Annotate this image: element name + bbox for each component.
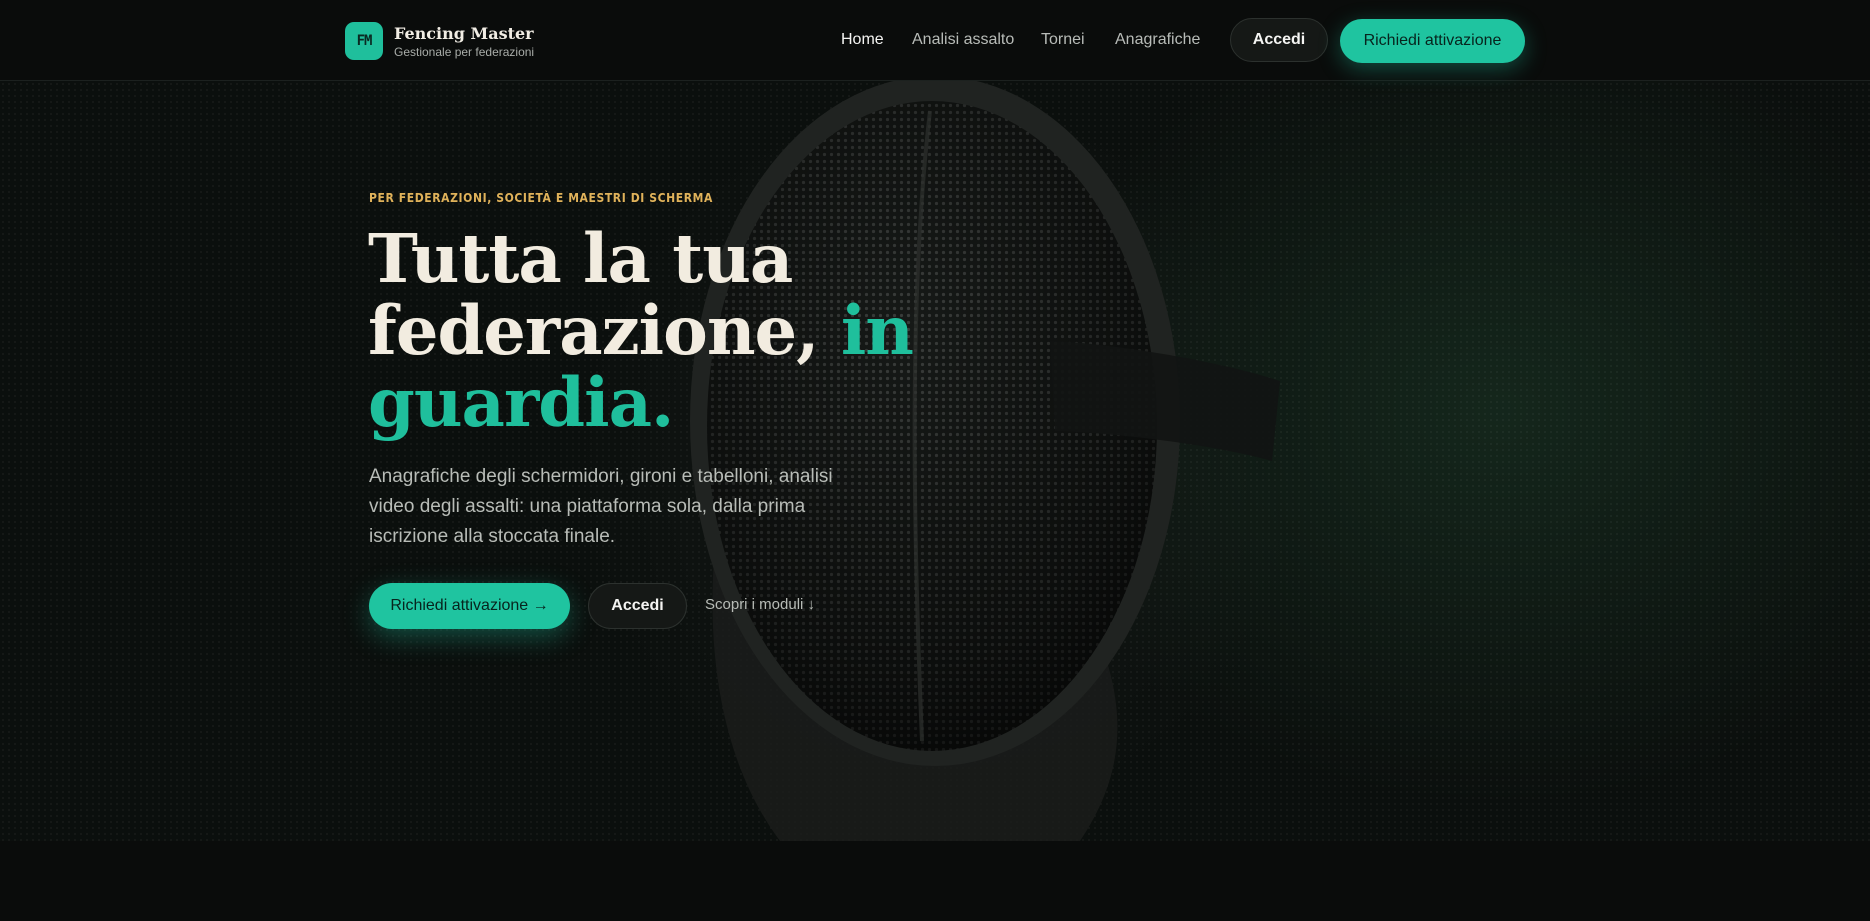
fencing-mask-image (690, 81, 1280, 841)
nav-anagrafiche[interactable]: Anagrafiche (1115, 31, 1200, 49)
hero-title-accent-1: in (840, 291, 914, 370)
nav-home[interactable]: Home (841, 31, 884, 49)
header-request-activation-button[interactable]: Richiedi attivazione (1340, 19, 1525, 63)
nav-tornei[interactable]: Tornei (1041, 31, 1085, 49)
top-navigation-bar: FM Fencing Master Gestionale per federaz… (0, 0, 1870, 81)
hero-title-line-1: Tutta la tua (368, 219, 793, 298)
discover-modules-link[interactable]: Scopri i moduli ↓ (705, 596, 815, 613)
hero-description: Anagrafiche degli schermidori, gironi e … (369, 466, 833, 547)
hero-title: Tutta la tua federazione, in guardia. (368, 223, 928, 439)
hero-login-button[interactable]: Accedi (588, 583, 687, 629)
hero-section: PER FEDERAZIONI, SOCIETÀ E MAESTRI DI SC… (0, 81, 1870, 841)
nav-analisi-assalto[interactable]: Analisi assalto (912, 31, 1014, 49)
hero-eyebrow: PER FEDERAZIONI, SOCIETÀ E MAESTRI DI SC… (369, 191, 713, 205)
next-section-start (0, 841, 1870, 921)
brand-name[interactable]: Fencing Master (394, 24, 534, 43)
hero-request-activation-button[interactable]: Richiedi attivazione → (369, 583, 570, 629)
brand-logo[interactable]: FM (345, 22, 383, 60)
hero-title-accent-2: guardia. (368, 363, 674, 442)
brand-subtitle: Gestionale per federazioni (394, 45, 535, 59)
header-login-button[interactable]: Accedi (1230, 18, 1328, 62)
hero-title-line-2: federazione, (368, 291, 841, 370)
